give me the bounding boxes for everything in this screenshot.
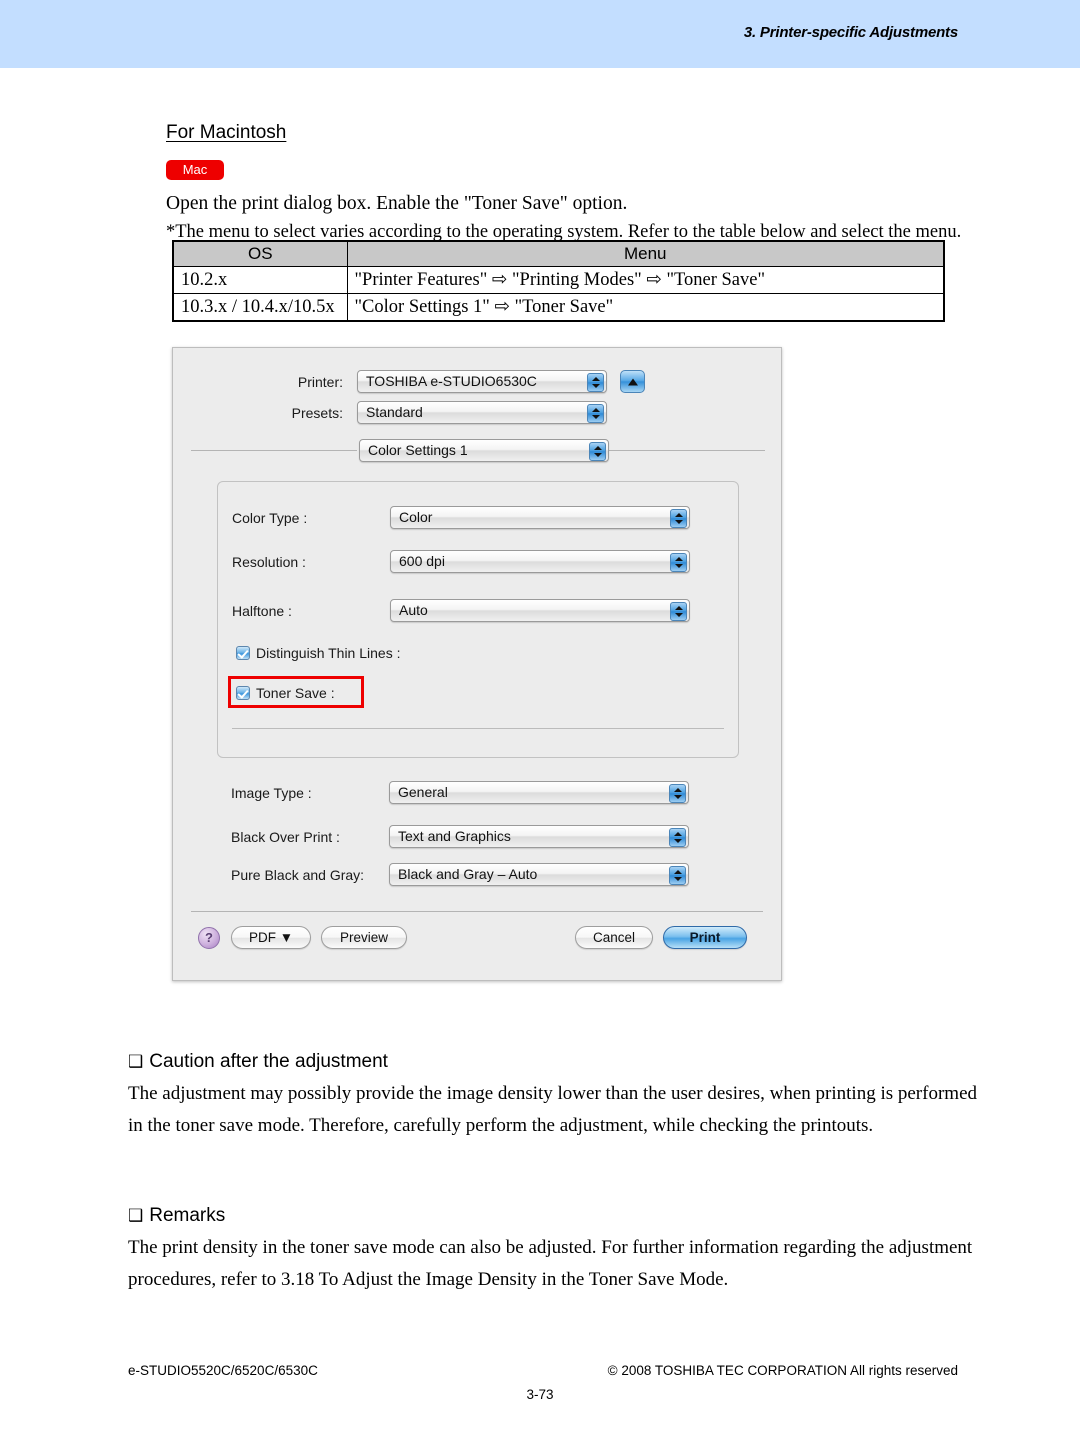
column-header-os: OS xyxy=(172,240,348,267)
caution-line-2: in the toner save mode. Therefore, caref… xyxy=(128,1115,874,1136)
remarks-heading-label: Remarks xyxy=(149,1205,226,1226)
page-header-banner: 3. Printer-specific Adjustments xyxy=(0,0,1080,68)
pane-popup-button[interactable]: Color Settings 1 xyxy=(359,439,609,462)
table-header-row: OS Menu xyxy=(172,240,945,267)
footer-copyright: © 2008 TOSHIBA TEC CORPORATION All right… xyxy=(607,1363,958,1378)
halftone-popup-button[interactable]: Auto xyxy=(390,599,690,622)
halftone-row: Halftone : Auto xyxy=(232,599,722,622)
checkbox-checked-icon[interactable] xyxy=(236,686,250,700)
black-over-print-row: Black Over Print : Text and Graphics xyxy=(231,825,721,848)
disclosure-triangle-up-icon[interactable] xyxy=(620,370,645,393)
print-button[interactable]: Print xyxy=(663,926,747,949)
image-type-popup-button[interactable]: General xyxy=(389,781,689,804)
footer-page-number: 3-73 xyxy=(526,1387,554,1402)
presets-popup-button[interactable]: Standard xyxy=(357,401,607,424)
column-header-menu: Menu xyxy=(346,240,945,267)
halftone-value: Auto xyxy=(399,602,428,618)
image-type-label: Image Type : xyxy=(231,784,312,801)
panel-inner-divider xyxy=(232,728,724,729)
pure-black-and-gray-value: Black and Gray – Auto xyxy=(398,866,538,882)
color-settings-panel: Color Type : Color Resolution : 600 dpi … xyxy=(217,481,739,758)
pane-popup-value: Color Settings 1 xyxy=(368,442,468,458)
table-row: 10.3.x / 10.4.x/10.5x "Color Settings 1"… xyxy=(172,293,945,322)
halftone-label: Halftone : xyxy=(232,602,292,619)
table-row: 10.2.x "Printer Features" ⇨ "Printing Mo… xyxy=(172,266,945,294)
os-menu-table: OS Menu 10.2.x "Printer Features" ⇨ "Pri… xyxy=(172,240,945,322)
square-bullet-icon: ❑ xyxy=(128,1052,144,1071)
platform-badge-mac: Mac xyxy=(166,160,224,180)
presets-popup-value: Standard xyxy=(366,404,423,420)
cell-os-version: 10.2.x xyxy=(172,266,348,294)
intro-paragraph: Open the print dialog box. Enable the "T… xyxy=(166,193,628,214)
toner-save-checkbox-row[interactable]: Toner Save : xyxy=(236,685,335,701)
color-type-popup-button[interactable]: Color xyxy=(390,506,690,529)
distinguish-thin-lines-label: Distinguish Thin Lines : xyxy=(256,645,401,661)
color-type-value: Color xyxy=(399,509,433,525)
chevron-updown-icon[interactable] xyxy=(669,828,686,847)
chevron-updown-icon[interactable] xyxy=(670,602,687,621)
caution-heading-label: Caution after the adjustment xyxy=(149,1051,388,1072)
resolution-value: 600 dpi xyxy=(399,553,445,569)
cell-menu-path: "Printer Features" ⇨ "Printing Modes" ⇨ … xyxy=(346,266,945,294)
pure-black-and-gray-popup-button[interactable]: Black and Gray – Auto xyxy=(389,863,689,886)
mac-print-dialog: Printer: TOSHIBA e-STUDIO6530C Presets: … xyxy=(172,347,782,981)
chevron-updown-icon[interactable] xyxy=(589,442,606,461)
printer-popup-value: TOSHIBA e-STUDIO6530C xyxy=(366,373,537,389)
distinguish-thin-lines-checkbox-row[interactable]: Distinguish Thin Lines : xyxy=(236,645,400,661)
resolution-label: Resolution : xyxy=(232,553,306,570)
chevron-updown-icon[interactable] xyxy=(587,404,604,423)
remarks-heading: ❑ Remarks xyxy=(128,1205,225,1227)
pdf-button[interactable]: PDF ▼ xyxy=(231,926,311,949)
cell-menu-path: "Color Settings 1" ⇨ "Toner Save" xyxy=(346,293,945,322)
chevron-updown-icon[interactable] xyxy=(670,509,687,528)
black-over-print-value: Text and Graphics xyxy=(398,828,511,844)
caution-line-1: The adjustment may possibly provide the … xyxy=(128,1083,977,1104)
black-over-print-popup-button[interactable]: Text and Graphics xyxy=(389,825,689,848)
remarks-line-2: procedures, refer to 3.18 To Adjust the … xyxy=(128,1269,729,1290)
button-bar-divider xyxy=(191,911,763,912)
pure-black-and-gray-label: Pure Black and Gray: xyxy=(231,866,365,883)
presets-row: Presets: Standard xyxy=(283,401,733,424)
section-heading-for-macintosh: For Macintosh xyxy=(166,122,287,143)
chapter-title: 3. Printer-specific Adjustments xyxy=(743,24,958,41)
pane-divider-right xyxy=(609,450,765,451)
chevron-updown-icon[interactable] xyxy=(670,553,687,572)
chevron-updown-icon[interactable] xyxy=(587,373,604,392)
presets-label: Presets: xyxy=(291,404,343,421)
caution-heading: ❑ Caution after the adjustment xyxy=(128,1051,388,1073)
pane-divider-left xyxy=(191,450,357,451)
cancel-button[interactable]: Cancel xyxy=(575,926,653,949)
black-over-print-label: Black Over Print : xyxy=(231,828,340,845)
checkbox-checked-icon[interactable] xyxy=(236,646,250,660)
resolution-popup-button[interactable]: 600 dpi xyxy=(390,550,690,573)
color-type-row: Color Type : Color xyxy=(232,506,722,529)
cell-os-version: 10.3.x / 10.4.x/10.5x xyxy=(172,293,348,322)
square-bullet-icon: ❑ xyxy=(128,1206,144,1225)
image-type-value: General xyxy=(398,784,448,800)
toner-save-label: Toner Save : xyxy=(256,685,335,701)
preview-button[interactable]: Preview xyxy=(321,926,407,949)
chevron-updown-icon[interactable] xyxy=(669,784,686,803)
color-type-label: Color Type : xyxy=(232,509,308,526)
resolution-row: Resolution : 600 dpi xyxy=(232,550,722,573)
image-type-row: Image Type : General xyxy=(231,781,721,804)
pure-black-and-gray-row: Pure Black and Gray: Black and Gray – Au… xyxy=(231,863,721,886)
printer-label: Printer: xyxy=(297,373,343,390)
printer-row: Printer: TOSHIBA e-STUDIO6530C xyxy=(283,370,733,393)
footer-model: e-STUDIO5520C/6520C/6530C xyxy=(128,1363,318,1378)
remarks-line-1: The print density in the toner save mode… xyxy=(128,1237,973,1258)
printer-popup-button[interactable]: TOSHIBA e-STUDIO6530C xyxy=(357,370,607,393)
help-question-icon[interactable]: ? xyxy=(198,927,220,949)
chevron-updown-icon[interactable] xyxy=(669,866,686,885)
